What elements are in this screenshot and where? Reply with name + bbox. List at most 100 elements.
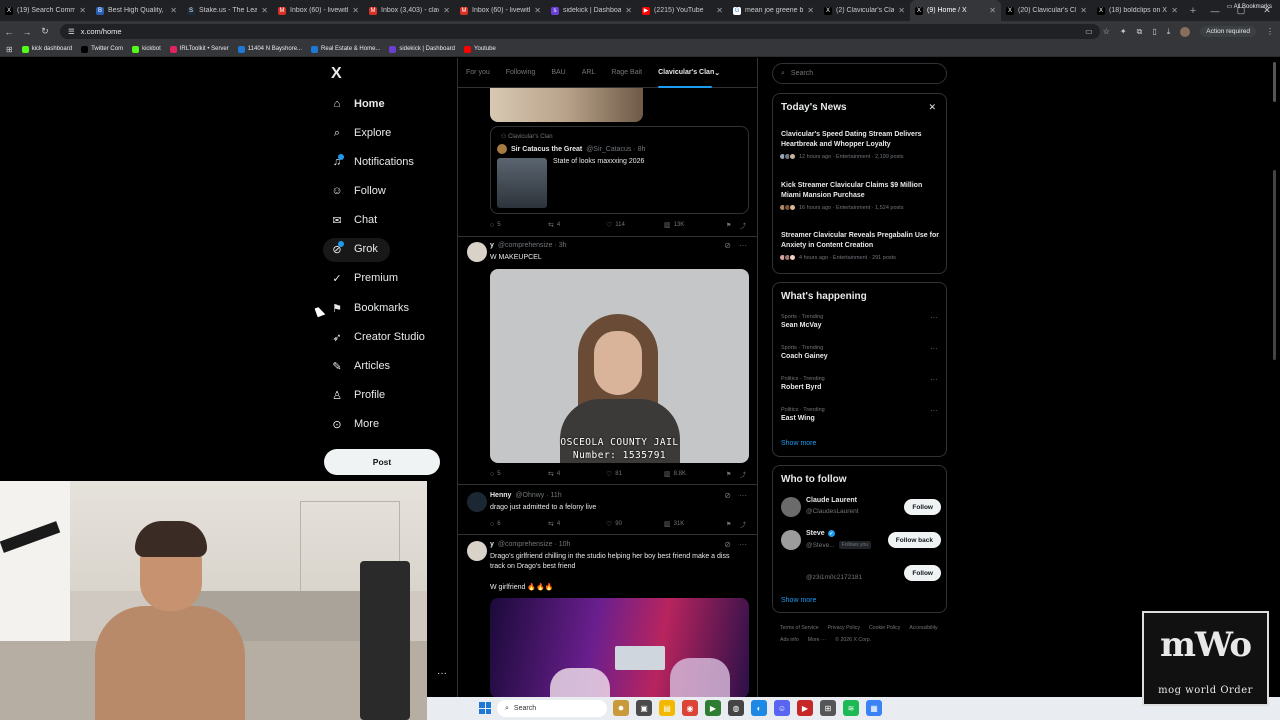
post-image-mugshot[interactable]: OSCEOLA COUNTY JAIL Number: 1535791 [490, 269, 749, 463]
page-scrollbar[interactable] [1273, 62, 1276, 102]
trends-show-more[interactable]: Show more [781, 440, 816, 447]
bookmark-icon[interactable]: ⚑ [726, 222, 740, 229]
user-avatar[interactable] [781, 563, 801, 583]
extension-icon[interactable]: ✦ [1120, 27, 1127, 36]
trend-item[interactable]: Politics · Trending Robert Byrd [781, 376, 941, 391]
forward-icon[interactable]: → [18, 27, 36, 37]
footer-link[interactable]: Terms of Service [780, 622, 819, 634]
feed-tab[interactable]: Following [498, 58, 544, 88]
nav-item-creator-studio[interactable]: ➶ Creator Studio [330, 325, 425, 349]
grok-icon[interactable]: ⊘ [724, 241, 731, 250]
app-blue-icon[interactable]: ◐ [751, 700, 767, 716]
post-author-name[interactable]: Henny [490, 492, 511, 499]
nav-item-articles[interactable]: ✎ Articles [330, 354, 390, 378]
app-notes-icon[interactable]: ▦ [866, 700, 882, 716]
cast-icon[interactable]: ▭ [1085, 27, 1093, 36]
news-item[interactable]: Streamer Clavicular Reveals Pregabalin U… [779, 231, 941, 261]
browser-tab[interactable]: X (18) boldclips on X ✕ [1092, 0, 1183, 21]
tab-close-icon[interactable]: ✕ [352, 6, 359, 15]
news-item[interactable]: Kick Streamer Clavicular Claims $9 Milli… [779, 181, 941, 211]
follow-button[interactable]: Follow [904, 565, 941, 581]
nav-item-home[interactable]: ⌂ Home [330, 92, 385, 116]
new-tab-button[interactable]: + [1185, 5, 1201, 17]
trend-more-icon[interactable]: ··· [930, 313, 938, 322]
grok-icon[interactable]: ⊘ [724, 491, 731, 500]
spotify-icon[interactable]: ≋ [843, 700, 859, 716]
tab-close-icon[interactable]: ✕ [716, 6, 723, 15]
bookmark-item[interactable]: 11404 N Bayshore... [237, 45, 302, 53]
browser-tab[interactable]: M Inbox (60) - livewith ✕ [273, 0, 364, 21]
timeline-feed[interactable]: For you Following BAU ARL Rage Bait Clavicula… [457, 58, 758, 698]
like-action[interactable]: ♡ 114 [606, 221, 664, 229]
tab-close-icon[interactable]: ✕ [443, 6, 450, 15]
x-logo[interactable]: X [331, 65, 342, 83]
tab-close-icon[interactable]: ✕ [1080, 6, 1087, 15]
post-avatar[interactable] [467, 242, 487, 262]
browser-tab[interactable]: X (9) Home / X ✕ [910, 0, 1001, 21]
feed-tab[interactable]: Rage Bait [603, 58, 650, 88]
feed-tab[interactable]: For you [458, 58, 498, 88]
follow-button[interactable]: Follow [904, 499, 941, 515]
share-icon[interactable]: ⤴ [740, 520, 746, 529]
reply-action[interactable]: ○ 5 [490, 222, 548, 229]
post-avatar[interactable] [467, 492, 487, 512]
puzzle-icon[interactable]: ⧉ [1137, 27, 1143, 37]
tab-close-icon[interactable]: ✕ [261, 6, 268, 15]
apps-grid-icon[interactable]: ⊞ [6, 45, 13, 54]
user-avatar[interactable] [781, 497, 801, 517]
browser-tab[interactable]: B Best High Quality, S ✕ [91, 0, 182, 21]
nav-item-bookmarks[interactable]: ⚑ Bookmarks [330, 296, 409, 320]
like-action[interactable]: ♡ 81 [606, 470, 664, 478]
tab-close-icon[interactable]: ✕ [1171, 6, 1178, 15]
close-icon[interactable]: ✕ [928, 102, 936, 113]
browser-tab[interactable]: Gmean joe greene b ✕ [728, 0, 819, 21]
news-item[interactable]: Clavicular's Speed Dating Stream Deliver… [779, 130, 941, 160]
bookmark-item[interactable]: sidekick | Dashboard [389, 45, 455, 53]
browser-tab[interactable]: ▶ (2215) YouTube ✕ [637, 0, 728, 21]
post-button[interactable]: Post [324, 449, 440, 475]
nav-item-grok[interactable]: ⊘ Grok [330, 237, 377, 261]
browser-tab[interactable]: X (2) Clavicular's Clan ✕ [819, 0, 910, 21]
nav-item-more[interactable]: ⊙ More [330, 412, 379, 436]
app-dark-icon[interactable]: ◍ [728, 700, 744, 716]
page-scrollbar-thumb[interactable] [1273, 170, 1276, 360]
views-action[interactable]: ▥ 31K [664, 520, 726, 528]
repost-action[interactable]: ⇆ 4 [548, 221, 606, 229]
post-image-cropped[interactable] [490, 88, 643, 122]
feed-tab[interactable]: ARL [574, 58, 604, 88]
bookmark-item[interactable]: kick dashboard [21, 45, 72, 53]
footer-link[interactable]: Ads info [780, 634, 799, 646]
windows-start-icon[interactable] [479, 702, 491, 714]
post-author-handle[interactable]: @Ohnwy · 11h [515, 492, 561, 499]
who-to-follow-item[interactable]: @z3i1m0c2172181 Follow [781, 561, 941, 587]
footer-link[interactable]: Privacy Policy [828, 622, 860, 634]
tab-close-icon[interactable]: ✕ [625, 6, 632, 15]
bookmark-item[interactable]: Youtube [464, 45, 496, 53]
download-icon[interactable]: ⤓ [1167, 27, 1171, 37]
tab-close-icon[interactable]: ✕ [170, 6, 177, 15]
reply-action[interactable]: ○ 5 [490, 471, 548, 478]
tab-close-icon[interactable]: ✕ [989, 6, 996, 15]
nav-item-explore[interactable]: ⌕ Explore [330, 121, 391, 145]
quote-author[interactable]: Sir Catacus the Great @Sir_Catacus · 8h [497, 144, 645, 154]
search-box[interactable]: ⌕ Search [772, 63, 947, 84]
taskbar-search[interactable]: ⌕ Search [497, 700, 607, 717]
share-icon[interactable]: ⤴ [740, 221, 746, 230]
footer-link[interactable]: © 2026 X Corp. [835, 634, 871, 646]
app-gray-icon[interactable]: ⊞ [820, 700, 836, 716]
post-author-name[interactable]: y [490, 541, 494, 548]
repost-action[interactable]: ⇆ 4 [548, 520, 606, 528]
like-action[interactable]: ♡ 90 [606, 520, 664, 528]
browser-tab[interactable]: S Stake.us - The Lead ✕ [182, 0, 273, 21]
tab-close-icon[interactable]: ✕ [898, 6, 905, 15]
post-author-handle[interactable]: @comprehensize · 3h [498, 242, 567, 249]
more-icon[interactable]: ··· [739, 241, 747, 250]
browser-tab[interactable]: X (20) Clavicular's Cla ✕ [1001, 0, 1092, 21]
share-icon[interactable]: ⤴ [740, 470, 746, 479]
file-explorer-icon[interactable]: ▤ [659, 700, 675, 716]
more-icon[interactable]: ··· [739, 540, 747, 549]
nav-item-profile[interactable]: ♙ Profile [330, 383, 385, 407]
tab-close-icon[interactable]: ✕ [79, 6, 86, 15]
reload-icon[interactable]: ↻ [36, 26, 54, 37]
footer-link[interactable]: Accessibility [909, 622, 937, 634]
